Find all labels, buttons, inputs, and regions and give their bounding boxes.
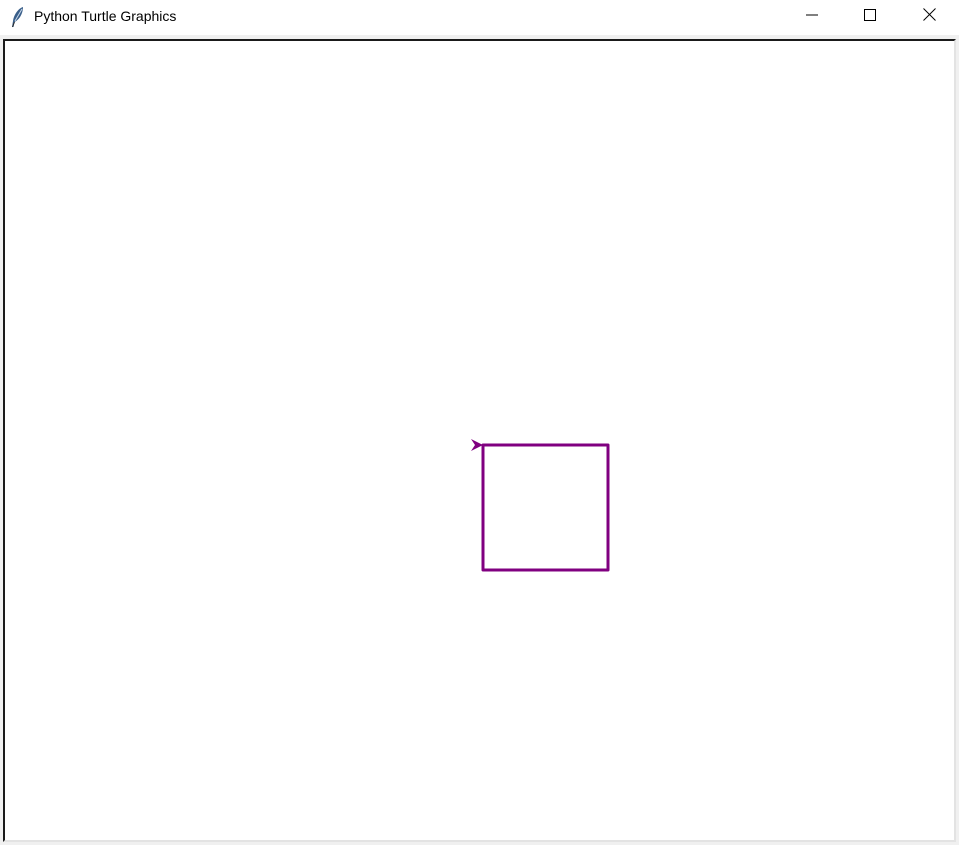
drawn-square [481, 443, 610, 572]
turtle-window: Python Turtle Graphics [0, 0, 959, 845]
minimize-button[interactable] [783, 0, 841, 33]
turtle-arrow-icon [471, 439, 483, 451]
minimize-icon [806, 8, 818, 26]
close-icon [922, 7, 936, 26]
turtle-canvas[interactable] [3, 39, 956, 842]
maximize-icon [864, 8, 876, 26]
window-title: Python Turtle Graphics [34, 8, 177, 24]
close-button[interactable] [900, 0, 958, 33]
maximize-button[interactable] [841, 0, 899, 33]
drawing-surface [471, 439, 610, 572]
title-bar[interactable]: Python Turtle Graphics [0, 0, 959, 35]
feather-icon [10, 6, 26, 28]
